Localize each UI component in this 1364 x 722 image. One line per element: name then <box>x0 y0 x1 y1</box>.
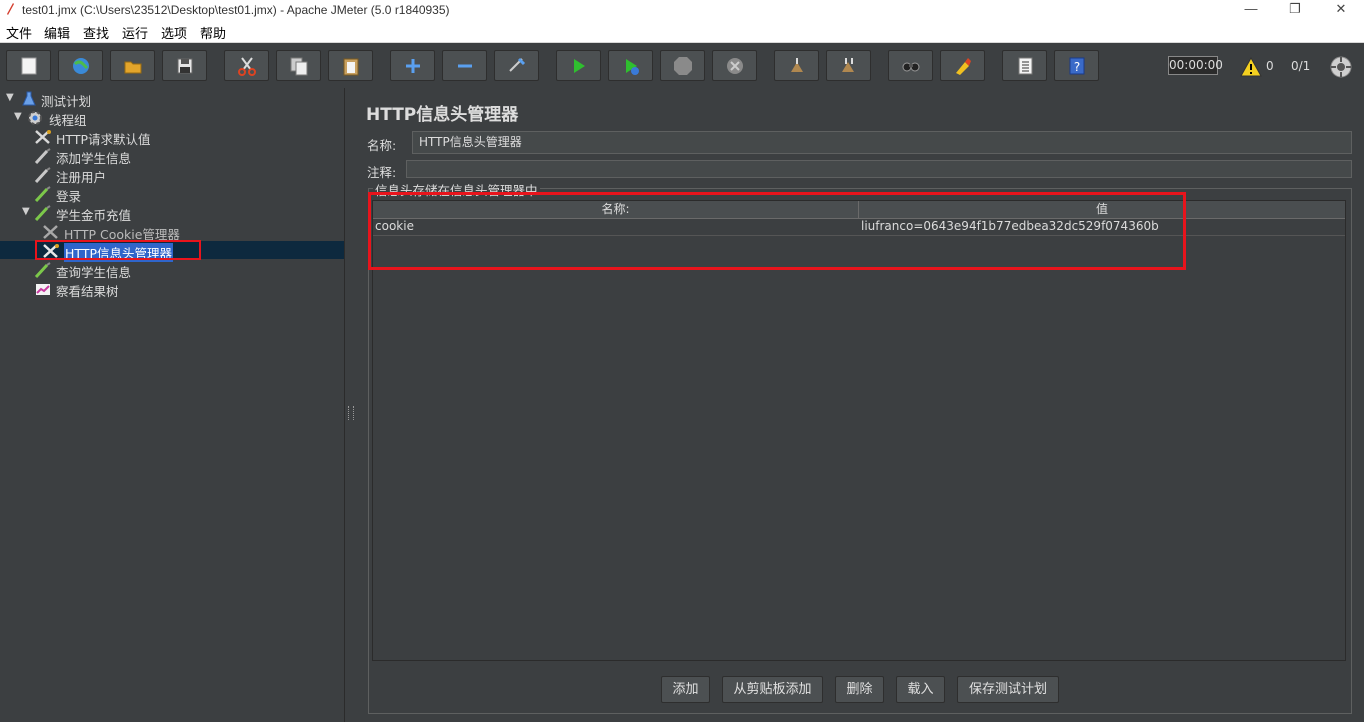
start-icon <box>574 59 585 73</box>
stop-icon <box>674 57 692 75</box>
clear-all-button[interactable] <box>826 50 871 81</box>
expand-arrow-icon[interactable]: ▼ <box>14 111 22 122</box>
templates-button[interactable] <box>58 50 103 81</box>
wrench-icon <box>35 130 51 144</box>
load-button[interactable]: 载入 <box>896 676 945 703</box>
start-button[interactable] <box>556 50 601 81</box>
clear-button[interactable] <box>774 50 819 81</box>
split-divider[interactable] <box>345 88 355 722</box>
delete-button[interactable]: 删除 <box>835 676 884 703</box>
test-plan-tree <box>0 88 345 722</box>
gear-icon <box>28 111 42 125</box>
clear-icon <box>791 58 803 72</box>
comment-label: 注释: <box>367 165 397 180</box>
copy-icon <box>290 57 308 76</box>
expand-icon <box>406 59 420 73</box>
divider-grip[interactable] <box>348 406 354 420</box>
open-icon <box>124 61 142 74</box>
expand-button[interactable] <box>390 50 435 81</box>
shutdown-icon <box>727 58 743 74</box>
cut-button[interactable] <box>224 50 269 81</box>
collapse-button[interactable] <box>442 50 487 81</box>
comment-field[interactable] <box>406 160 1352 178</box>
save-test-plan-button[interactable]: 保存测试计划 <box>957 676 1059 703</box>
menu-search[interactable]: 查找 <box>83 23 109 42</box>
cut-icon <box>238 57 256 76</box>
collapse-icon <box>458 64 472 68</box>
search-button[interactable] <box>888 50 933 81</box>
menu-bar: 文件 编辑 查找 运行 选项 帮助 <box>0 20 1364 43</box>
expand-arrow-icon[interactable]: ▼ <box>22 206 30 217</box>
pipette-icon <box>34 148 51 164</box>
name-label: 名称: <box>367 138 397 153</box>
chart-icon <box>36 284 50 295</box>
menu-run[interactable]: 运行 <box>122 23 148 42</box>
svg-text:?: ? <box>1074 60 1080 74</box>
warning-count: 0 <box>1266 59 1274 73</box>
copy-button[interactable] <box>276 50 321 81</box>
menu-help[interactable]: 帮助 <box>200 23 226 42</box>
toggle-button[interactable] <box>494 50 539 81</box>
new-icon <box>21 57 37 75</box>
tree-label: 察看结果树 <box>56 284 119 299</box>
reset-search-button[interactable] <box>940 50 985 81</box>
reset-search-icon <box>956 58 971 75</box>
panel-title: HTTP信息头管理器 <box>366 105 519 125</box>
expand-arrow-icon[interactable]: ▼ <box>6 92 14 103</box>
start-no-pauses-button[interactable] <box>608 50 653 81</box>
window-title: test01.jmx (C:\Users\23512\Desktop\test0… <box>22 3 450 17</box>
add-button[interactable]: 添加 <box>661 676 710 703</box>
menu-edit[interactable]: 编辑 <box>44 23 70 42</box>
tree-label: 登录 <box>56 189 82 204</box>
help-button[interactable]: ? <box>1054 50 1099 81</box>
function-helper-icon <box>1018 57 1033 75</box>
tree-label: 测试计划 <box>41 94 92 109</box>
tree-label: 查询学生信息 <box>56 265 132 280</box>
new-button[interactable] <box>6 50 51 81</box>
start-no-pauses-icon <box>626 59 639 75</box>
help-icon: ? <box>1069 57 1085 75</box>
add-from-clipboard-button[interactable]: 从剪贴板添加 <box>722 676 823 703</box>
active-threads: 0/1 <box>1291 59 1311 73</box>
minimize-button[interactable]: — <box>1228 0 1274 20</box>
remote-icon[interactable] <box>1329 55 1353 79</box>
open-button[interactable] <box>110 50 155 81</box>
warning-icon[interactable] <box>1240 57 1262 77</box>
tree-label: 线程组 <box>49 113 87 128</box>
title-bar: test01.jmx (C:\Users\23512\Desktop\test0… <box>0 0 1364 20</box>
menu-file[interactable]: 文件 <box>6 23 32 42</box>
stop-button[interactable] <box>660 50 705 81</box>
tree-label: 注册用户 <box>56 170 107 185</box>
templates-icon <box>73 58 89 74</box>
jmeter-feather-icon <box>7 3 14 15</box>
search-icon <box>902 62 920 72</box>
paste-icon <box>343 58 359 76</box>
tree-label: 学生金币充值 <box>56 208 132 223</box>
highlight-box-table <box>368 192 1186 270</box>
pipette-icon <box>34 167 51 183</box>
name-field[interactable]: HTTP信息头管理器 <box>412 131 1352 154</box>
toggle-icon <box>509 57 526 72</box>
flask-icon <box>22 91 36 106</box>
pipette-icon <box>34 262 51 278</box>
tree-label: 添加学生信息 <box>56 151 132 166</box>
pipette-icon <box>34 205 51 221</box>
paste-button[interactable] <box>328 50 373 81</box>
menu-options[interactable]: 选项 <box>161 23 187 42</box>
function-helper-button[interactable] <box>1002 50 1047 81</box>
close-button[interactable]: ✕ <box>1318 0 1364 20</box>
highlight-box-tree <box>35 240 201 260</box>
elapsed-timer: 00:00:00 <box>1168 56 1223 75</box>
shutdown-button[interactable] <box>712 50 757 81</box>
tree-label: HTTP请求默认值 <box>56 132 151 147</box>
save-button[interactable] <box>162 50 207 81</box>
wrench-icon <box>43 225 58 239</box>
save-icon <box>177 58 193 74</box>
pipette-icon <box>34 186 51 202</box>
clear-all-icon <box>842 58 854 72</box>
restore-button[interactable]: ❐ <box>1272 0 1318 20</box>
